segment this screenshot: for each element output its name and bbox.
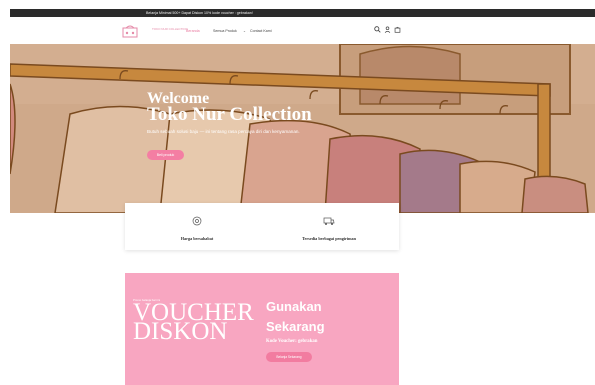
nav-item-semua-produk[interactable]: Semua Produk	[213, 29, 237, 33]
nav-item-beranda[interactable]: Beranda	[186, 29, 200, 33]
hero-banner: Welcome Toko Nur Collection Butuh sebuah…	[10, 44, 595, 213]
clothes-rack-illustration	[10, 44, 595, 213]
voucher-cta-line1: Gunakan	[266, 299, 322, 314]
cart-icon[interactable]	[394, 26, 401, 33]
voucher-cta-title: Gunakan Sekarang	[266, 297, 325, 337]
hero-tagline: Butuh sebuah solusi baju — ini tentang r…	[147, 129, 300, 134]
chevron-down-icon[interactable]: ⌄	[243, 29, 246, 33]
account-icon[interactable]	[384, 26, 391, 33]
voucher-heading: VOUCHER DISKON	[133, 300, 254, 344]
feature-label: Tersedia berbagai pengiriman	[302, 236, 356, 241]
feature-item: Harga bersahabat	[137, 213, 257, 241]
voucher-code: Kode Voucher: gebrakan	[266, 339, 318, 344]
voucher-cta-line2: Sekarang	[266, 319, 325, 334]
announcement-text: Belanja Minimal 500+ Dapat Diskon 10% ko…	[146, 11, 253, 15]
hero-title: Toko Nur Collection	[147, 104, 312, 125]
features-card: Harga bersahabat Tersedia berbagai pengi…	[125, 203, 399, 250]
feature-label: Harga bersahabat	[180, 236, 214, 241]
feature-item: Tersedia berbagai pengiriman	[269, 213, 389, 241]
header-icons	[374, 26, 414, 38]
shipping-icon	[323, 217, 335, 225]
site-header: TOKO NUR COLLECTION Beranda Semua Produk…	[10, 17, 595, 45]
nav-item-contact[interactable]: Contact Kami	[250, 29, 272, 33]
search-icon[interactable]	[374, 26, 381, 33]
announcement-bar: Belanja Minimal 500+ Dapat Diskon 10% ko…	[10, 9, 595, 17]
shop-now-button[interactable]: Belanja Sekarang	[266, 352, 312, 362]
logo-text: TOKO NUR COLLECTION	[152, 27, 188, 31]
shop-product-button[interactable]: Beli produk	[147, 150, 184, 160]
price-tag-icon	[192, 216, 202, 226]
voucher-banner: Promo belanja hari ini VOUCHER DISKON Gu…	[125, 273, 399, 385]
